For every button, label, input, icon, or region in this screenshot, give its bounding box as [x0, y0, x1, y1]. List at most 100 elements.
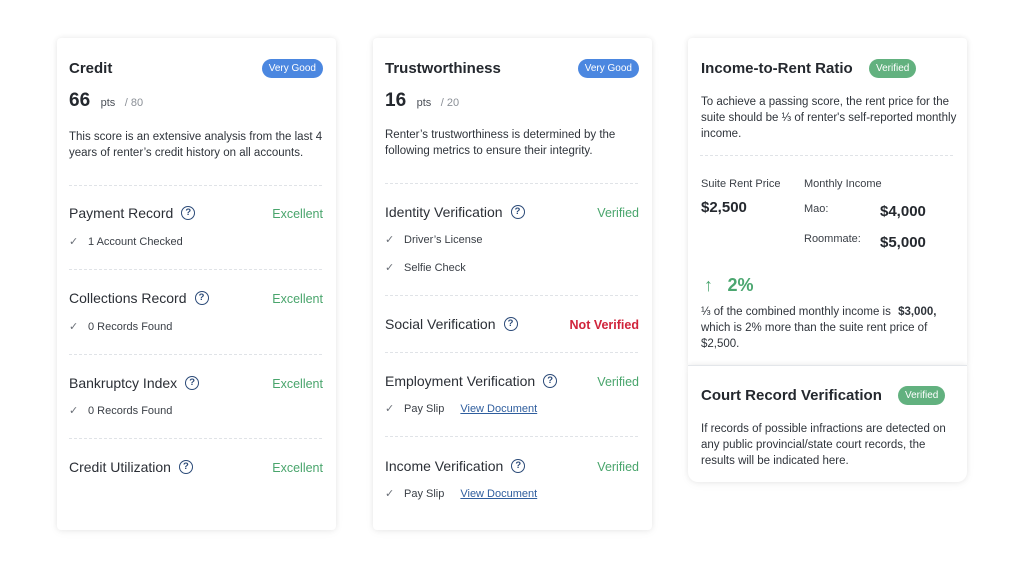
credit-description: This score is an extensive analysis from…: [69, 131, 323, 159]
arrow-up-icon: ↑: [704, 275, 713, 295]
check-item-label: Pay Slip: [404, 487, 445, 500]
question-circle-icon[interactable]: ?: [511, 459, 526, 473]
check-icon: ✓: [385, 234, 395, 246]
list-item: ✓ 0 Records Found: [69, 404, 173, 418]
list-item: ✓ Selfie Check: [385, 261, 466, 275]
credit-utilization-label: Credit Utilization: [69, 459, 171, 475]
check-item-label: Pay Slip: [404, 402, 445, 415]
divider: [385, 436, 638, 437]
income-verification-label: Income Verification: [385, 458, 504, 474]
summary-amount: $3,000,: [898, 306, 937, 318]
earner-name: Mao:: [804, 203, 829, 215]
court-description: If records of possible infractions are d…: [701, 423, 946, 467]
divider: [700, 155, 953, 156]
question-circle-icon[interactable]: ?: [543, 374, 558, 388]
credit-rating-badge: Very Good: [261, 59, 323, 78]
divider: [69, 354, 322, 355]
check-icon: ✓: [69, 321, 79, 333]
summary-prefix: ⅓ of the combined monthly income is: [701, 306, 891, 318]
rent-price-label: Suite Rent Price: [701, 178, 781, 190]
credit-title: Credit: [69, 60, 113, 77]
employment-verification-title: Employment Verification ?: [385, 373, 558, 389]
trust-description: Renter’s trustworthiness is determined b…: [385, 129, 616, 157]
check-item-label: Selfie Check: [404, 261, 466, 274]
trustworthiness-card: Trustworthiness Very Good 16 pts / 20 Re…: [373, 38, 652, 530]
question-circle-icon[interactable]: ?: [194, 291, 209, 305]
income-description: To achieve a passing score, the rent pri…: [701, 96, 957, 140]
divider: [385, 352, 638, 353]
court-verified-badge: Verified: [898, 386, 946, 405]
income-verification-status: Verified: [597, 460, 639, 474]
list-item: ✓ 1 Account Checked: [69, 235, 183, 249]
income-title: Income-to-Rent Ratio: [701, 60, 853, 77]
social-verification-title: Social Verification ?: [385, 316, 518, 332]
question-circle-icon[interactable]: ?: [503, 317, 518, 331]
list-item: ✓ Driver’s License: [385, 233, 483, 247]
list-item: ✓ 0 Records Found: [69, 320, 172, 334]
earner-name: Roommate:: [804, 233, 861, 245]
check-icon: ✓: [385, 403, 395, 415]
ratio-percent: 2%: [727, 275, 754, 295]
payment-record-title: Payment Record ?: [69, 205, 196, 221]
social-verification-status: Not Verified: [569, 318, 639, 332]
check-icon: ✓: [385, 262, 395, 274]
employment-verification-status: Verified: [597, 375, 639, 389]
check-icon: ✓: [69, 236, 79, 248]
trust-score: 16 pts / 20: [385, 90, 459, 112]
income-verified-badge: Verified: [869, 59, 917, 78]
court-title: Court Record Verification: [701, 387, 882, 404]
collections-record-label: Collections Record: [69, 290, 187, 306]
monthly-income-label: Monthly Income: [804, 178, 882, 190]
divider: [69, 269, 322, 270]
earner-amount: $5,000: [880, 234, 926, 251]
view-document-link[interactable]: View Document: [460, 403, 537, 415]
check-item-label: Driver’s License: [404, 233, 483, 246]
employment-verification-label: Employment Verification: [385, 373, 536, 389]
summary-rest: which is 2% more than the suite rent pri…: [701, 322, 928, 350]
trust-score-max: / 20: [440, 97, 460, 109]
credit-score-max: / 80: [124, 97, 144, 109]
collections-record-status: Excellent: [272, 292, 323, 306]
earner-amount: $4,000: [880, 203, 926, 220]
income-verification-title: Income Verification ?: [385, 458, 526, 474]
divider: [385, 183, 638, 184]
divider: [69, 438, 322, 439]
check-item-label: 0 Records Found: [88, 404, 173, 417]
rent-price-value: $2,500: [701, 199, 747, 216]
trust-rating-badge: Very Good: [577, 59, 639, 78]
trust-score-value: 16: [385, 90, 407, 111]
trust-title: Trustworthiness: [385, 60, 501, 77]
question-circle-icon[interactable]: ?: [185, 376, 200, 390]
divider: [69, 185, 322, 186]
income-to-rent-card: Income-to-Rent Ratio Verified To achieve…: [688, 38, 967, 365]
list-item: ✓ Pay Slip View Document: [385, 487, 537, 501]
credit-score-unit: pts: [100, 97, 116, 109]
trust-score-unit: pts: [416, 97, 432, 109]
bankruptcy-index-label: Bankruptcy Index: [69, 375, 178, 391]
credit-score-value: 66: [69, 90, 91, 111]
question-circle-icon[interactable]: ?: [181, 206, 196, 220]
question-circle-icon[interactable]: ?: [510, 205, 525, 219]
divider: [385, 295, 638, 296]
credit-utilization-status: Excellent: [272, 461, 323, 475]
check-item-label: 1 Account Checked: [88, 235, 183, 248]
collections-record-title: Collections Record ?: [69, 290, 209, 306]
bankruptcy-index-status: Excellent: [272, 377, 323, 391]
credit-score: 66 pts / 80: [69, 90, 143, 112]
identity-verification-title: Identity Verification ?: [385, 204, 525, 220]
ratio-indicator: ↑ 2%: [704, 275, 753, 296]
payment-record-status: Excellent: [272, 207, 323, 221]
payment-record-label: Payment Record: [69, 205, 174, 221]
identity-verification-status: Verified: [597, 206, 639, 220]
question-circle-icon[interactable]: ?: [178, 460, 193, 474]
credit-card: Credit Very Good 66 pts / 80 This score …: [57, 38, 336, 530]
list-item: ✓ Pay Slip View Document: [385, 402, 537, 416]
credit-utilization-title: Credit Utilization ?: [69, 459, 193, 475]
income-summary: ⅓ of the combined monthly income is $3,0…: [701, 304, 963, 352]
check-icon: ✓: [69, 405, 79, 417]
view-document-link[interactable]: View Document: [460, 488, 537, 500]
check-icon: ✓: [385, 488, 395, 500]
identity-verification-label: Identity Verification: [385, 204, 503, 220]
social-verification-label: Social Verification: [385, 316, 496, 332]
court-record-card: Court Record Verification Verified If re…: [688, 365, 967, 482]
